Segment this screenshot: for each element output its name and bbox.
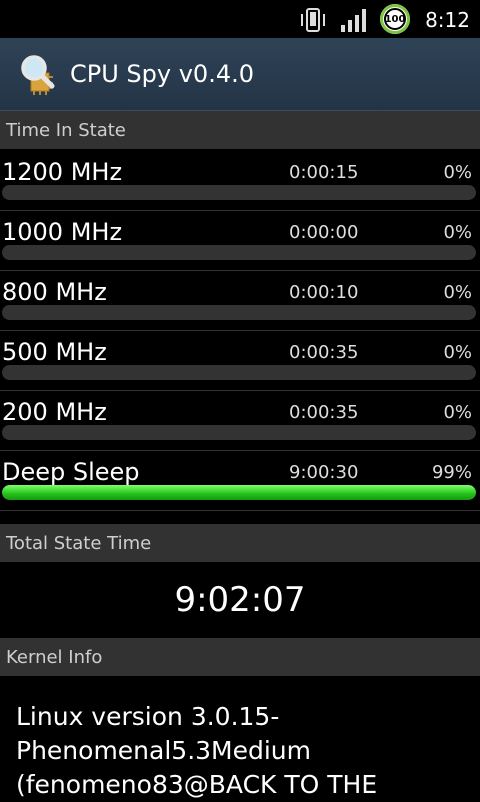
state-row: 500 MHz 0:00:35 0% bbox=[0, 330, 480, 391]
state-name: 1200 MHz bbox=[2, 158, 123, 186]
state-time: 9:00:30 bbox=[289, 462, 359, 483]
kernel-info-text: Linux version 3.0.15-Phenomenal5.3Medium… bbox=[16, 702, 378, 799]
state-progress-bar bbox=[2, 485, 476, 500]
state-percent: 0% bbox=[443, 162, 472, 183]
state-name: 500 MHz bbox=[2, 338, 107, 366]
magnifier-chip-icon bbox=[21, 55, 55, 95]
state-percent: 0% bbox=[443, 402, 472, 423]
state-row: 200 MHz 0:00:35 0% bbox=[0, 390, 480, 451]
state-time: 0:00:15 bbox=[289, 162, 359, 183]
app-header: CPU Spy v0.4.0 bbox=[0, 38, 480, 111]
state-row: 800 MHz 0:00:10 0% bbox=[0, 270, 480, 331]
status-bar: 100 8:12 bbox=[0, 0, 480, 38]
state-name: 200 MHz bbox=[2, 398, 107, 426]
signal-icon bbox=[341, 9, 366, 32]
state-percent: 0% bbox=[443, 342, 472, 363]
app-title: CPU Spy v0.4.0 bbox=[70, 60, 254, 88]
state-name: 1000 MHz bbox=[2, 218, 123, 246]
state-progress-bar bbox=[2, 305, 476, 320]
state-progress-bar bbox=[2, 185, 476, 200]
state-row: 1000 MHz 0:00:00 0% bbox=[0, 210, 480, 271]
state-name: Deep Sleep bbox=[2, 458, 140, 486]
state-name: 800 MHz bbox=[2, 278, 107, 306]
status-clock: 8:12 bbox=[425, 8, 470, 32]
state-progress-bar bbox=[2, 365, 476, 380]
state-percent: 0% bbox=[443, 222, 472, 243]
state-progress-fill bbox=[2, 485, 476, 500]
state-percent: 0% bbox=[443, 282, 472, 303]
battery-level: 100 bbox=[384, 8, 406, 30]
state-time: 0:00:35 bbox=[289, 342, 359, 363]
battery-icon: 100 bbox=[380, 4, 410, 34]
state-percent: 99% bbox=[431, 462, 472, 483]
section-header-time-in-state: Time In State bbox=[0, 111, 480, 149]
section-header-total-state-time: Total State Time bbox=[0, 524, 480, 562]
vibrate-icon bbox=[301, 8, 325, 32]
state-progress-bar bbox=[2, 425, 476, 440]
state-time: 0:00:10 bbox=[289, 282, 359, 303]
state-row: 1200 MHz 0:00:15 0% bbox=[0, 150, 480, 211]
state-time: 0:00:35 bbox=[289, 402, 359, 423]
state-progress-bar bbox=[2, 245, 476, 260]
total-state-time: 9:02:07 bbox=[174, 580, 306, 620]
state-row: Deep Sleep 9:00:30 99% bbox=[0, 450, 480, 511]
state-time: 0:00:00 bbox=[289, 222, 359, 243]
section-header-kernel-info: Kernel Info bbox=[0, 638, 480, 676]
